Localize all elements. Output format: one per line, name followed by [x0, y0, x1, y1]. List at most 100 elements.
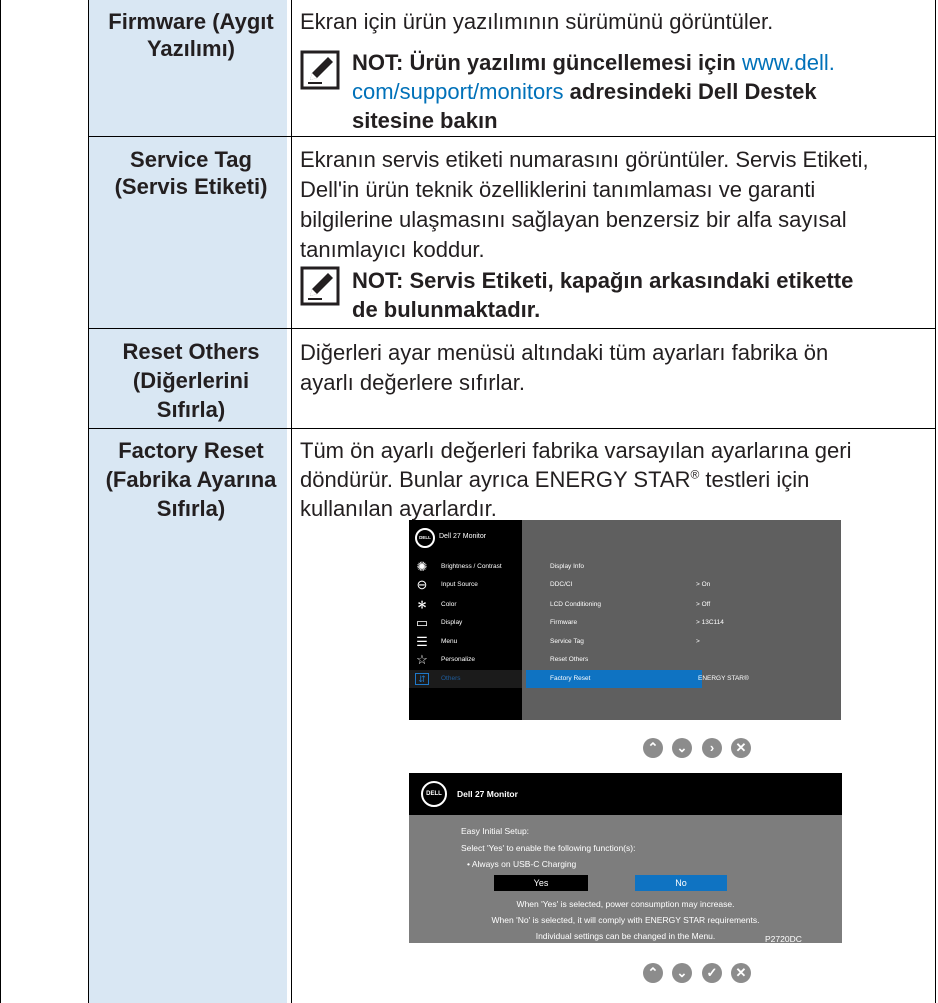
description-factory-reset-line2-post: testleri için	[699, 467, 810, 492]
sub-item-value: ENERGY STAR®	[698, 675, 749, 682]
description-reset-others: Diğerleri ayar menüsü altındaki tüm ayar…	[300, 338, 930, 398]
sub-item-value: > On	[696, 581, 711, 588]
yes-button[interactable]: Yes	[494, 875, 588, 891]
pencil-note-icon	[300, 266, 340, 306]
note-service-tag-line1: NOT: Servis Etiketi, kapağın arkasındaki…	[352, 268, 854, 293]
description-factory-reset: Tüm ön ayarlı değerleri fabrika varsayıl…	[300, 436, 930, 523]
description-service-tag: Ekranın servis etiketi numarasını görünt…	[300, 145, 930, 265]
menu-item-others[interactable]: ⇵ Others	[409, 670, 522, 688]
column-divider-1	[88, 0, 89, 1003]
menu-item-menu[interactable]: ☰ Menu	[409, 633, 522, 651]
note-firmware-suffix: adresindeki Dell Destek	[563, 79, 817, 104]
setting-service-tag: Service Tag (Servis Etiketi)	[96, 146, 286, 200]
sub-item-ddcci[interactable]: DDC/CI > On	[522, 576, 841, 594]
menu-item-label: Color	[441, 601, 457, 608]
sub-item-reset-others[interactable]: Reset Others	[522, 651, 841, 669]
sub-item-firmware[interactable]: Firmware > 13C114	[522, 614, 841, 632]
osd-buttons-2: ⌃ ⌄ ✓ ✕	[643, 963, 823, 983]
menu-item-label: Others	[441, 675, 461, 682]
menu-item-label: Display	[441, 619, 463, 626]
sun-icon: ✺	[416, 559, 428, 574]
description-firmware: Ekran için ürün yazılımının sürümünü gör…	[300, 9, 774, 34]
description-service-tag-line4: tanımlayıcı koddur.	[300, 237, 485, 262]
sub-item-label: Service Tag	[550, 638, 584, 645]
dell-support-link-cont[interactable]: com/support/monitors	[352, 79, 564, 104]
sub-item-label: Display Info	[550, 563, 584, 570]
description-service-tag-line2: Dell'in ürün teknik özelliklerini tanıml…	[300, 177, 816, 202]
description-reset-others-line2: ayarlı değerlere sıfırlar.	[300, 370, 525, 395]
color-icon: 🞶	[417, 597, 427, 612]
description-factory-reset-line2-pre: döndürür. Bunlar ayrıca ENERGY STAR	[300, 467, 691, 492]
description-factory-reset-line2: döndürür. Bunlar ayrıca ENERGY STAR® tes…	[300, 465, 930, 494]
setting-reset-others: Reset Others (Diğerlerini Sıfırla)	[96, 337, 286, 424]
setting-reset-others-line1: Reset Others	[122, 339, 260, 364]
sub-item-label: Reset Others	[550, 656, 589, 663]
menu-item-color[interactable]: 🞶 Color	[409, 596, 522, 614]
osd-dialog-line3: • Always on USB-C Charging	[467, 859, 577, 869]
sub-item-display-info[interactable]: Display Info	[522, 558, 841, 576]
setting-factory-reset-line2: (Fabrika Ayarına	[105, 467, 277, 492]
registered-mark: ®	[690, 467, 700, 482]
right-icon[interactable]: ›	[702, 738, 722, 758]
menu-item-label: Brightness / Contrast	[441, 563, 502, 570]
menu-item-personalize[interactable]: ☆ Personalize	[409, 651, 522, 669]
osd-dialog-line2: Select 'Yes' to enable the following fun…	[461, 843, 636, 853]
dell-support-link[interactable]: www.dell.	[742, 50, 835, 75]
sub-item-label: Factory Reset	[550, 675, 591, 682]
setting-factory-reset: Factory Reset (Fabrika Ayarına Sıfırla)	[96, 436, 286, 523]
close-icon[interactable]: ✕	[731, 963, 751, 983]
menu-item-brightness[interactable]: ✺ Brightness / Contrast	[409, 558, 522, 576]
sub-item-factory-reset[interactable]: Factory Reset ENERGY STAR®	[522, 670, 841, 688]
up-icon[interactable]: ⌃	[643, 963, 663, 983]
setting-factory-reset-line3: Sıfırla)	[156, 496, 226, 521]
setting-firmware-line1: Firmware (Aygıt	[108, 9, 274, 34]
osd-dialog: DELL Dell 27 Monitor Easy Initial Setup:…	[409, 773, 842, 944]
others-icon: ⇵	[415, 673, 429, 685]
note-firmware-text: NOT: Ürün yazılımı güncellemesi için www…	[352, 48, 912, 135]
sub-item-label: DDC/CI	[550, 581, 573, 588]
display-icon: ▭	[415, 615, 429, 630]
up-icon[interactable]: ⌃	[643, 738, 663, 758]
osd-menu-title: Dell 27 Monitor	[439, 533, 487, 540]
setting-service-tag-line2: (Servis Etiketi)	[114, 174, 268, 199]
close-icon[interactable]: ✕	[731, 738, 751, 758]
row-divider-2	[88, 328, 936, 329]
osd-dialog-title: Dell 27 Monitor	[457, 789, 518, 799]
no-button[interactable]: No	[635, 875, 727, 891]
dell-logo: DELL	[415, 528, 435, 548]
osd-buttons-1: ⌃ ⌄ › ✕	[643, 738, 823, 758]
setting-reset-others-line3: Sıfırla)	[156, 397, 226, 422]
row-divider-3	[88, 428, 936, 429]
down-icon[interactable]: ⌄	[672, 963, 692, 983]
setting-firmware: Firmware (Aygıt Yazılımı)	[96, 8, 286, 62]
description-factory-reset-line3: kullanılan ayarlardır.	[300, 496, 497, 521]
osd-dialog-info2: When 'No' is selected, it will comply wi…	[491, 915, 760, 925]
sub-item-value: >	[696, 638, 700, 645]
setting-factory-reset-line1: Factory Reset	[118, 438, 264, 463]
note-service-tag-text: NOT: Servis Etiketi, kapağın arkasındaki…	[352, 266, 912, 324]
sub-item-label: Firmware	[550, 619, 578, 626]
right-border	[935, 0, 936, 1003]
osd-menu: DELL Dell 27 Monitor ✺ Brightness / Cont…	[409, 520, 841, 720]
setting-firmware-line2: Yazılımı)	[146, 36, 236, 61]
description-reset-others-line1: Diğerleri ayar menüsü altındaki tüm ayar…	[300, 340, 829, 365]
star-icon: ☆	[416, 652, 428, 667]
note-service-tag-line2: de bulunmaktadır.	[352, 297, 541, 322]
down-icon[interactable]: ⌄	[672, 738, 692, 758]
osd-dialog-line1: Easy Initial Setup:	[461, 826, 530, 836]
sub-item-service-tag[interactable]: Service Tag >	[522, 633, 841, 651]
sub-item-label: LCD Conditioning	[550, 601, 601, 608]
menu-item-display[interactable]: ▭ Display	[409, 614, 522, 632]
pencil-note-icon	[300, 50, 340, 90]
menu-item-input-source[interactable]: ⊖ Input Source	[409, 576, 522, 594]
description-service-tag-line1: Ekranın servis etiketi numarasını görünt…	[300, 147, 869, 172]
osd-dialog-info1: When 'Yes' is selected, power consumptio…	[516, 899, 735, 909]
sub-item-value: > Off	[696, 601, 711, 608]
menu-item-label: Menu	[441, 638, 458, 645]
check-icon[interactable]: ✓	[702, 963, 722, 983]
sub-item-lcd-conditioning[interactable]: LCD Conditioning > Off	[522, 596, 841, 614]
osd-dialog-model: P2720DC	[765, 934, 802, 944]
menu-item-label: Input Source	[441, 581, 478, 588]
description-factory-reset-line1: Tüm ön ayarlı değerleri fabrika varsayıl…	[300, 438, 852, 463]
menu-icon: ☰	[416, 634, 428, 649]
